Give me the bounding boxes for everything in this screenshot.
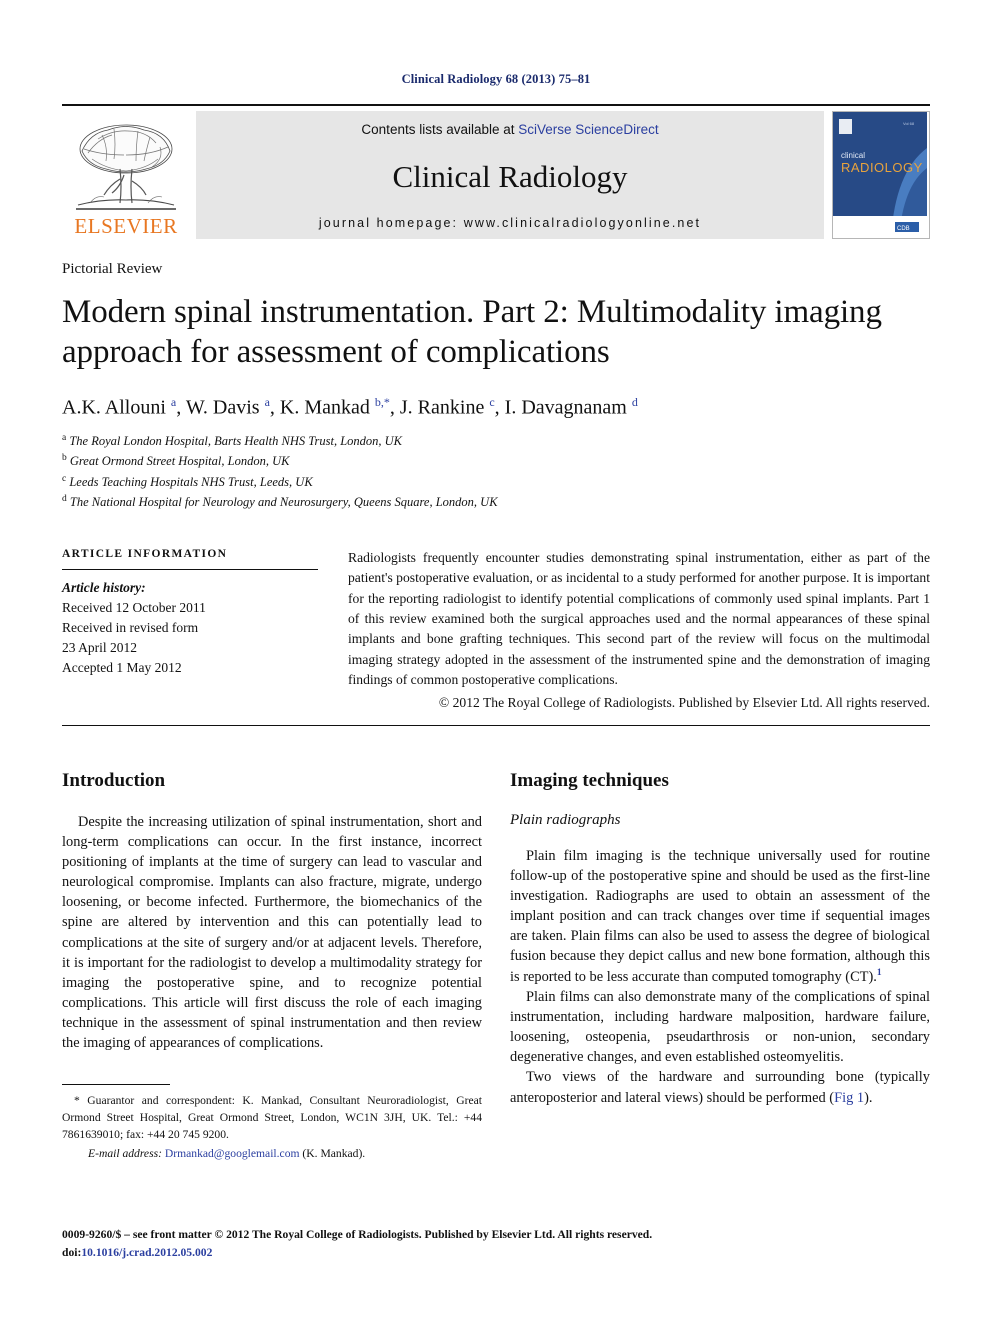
author-list: A.K. Allouni a, W. Davis a, K. Mankad b,… (62, 394, 638, 419)
paragraph-text: Plain film imaging is the technique univ… (510, 847, 930, 985)
article-history-line: Accepted 1 May 2012 (62, 659, 182, 675)
footer-doi: doi:10.1016/j.crad.2012.05.002 (62, 1244, 652, 1261)
doi-link[interactable]: 10.1016/j.crad.2012.05.002 (81, 1246, 212, 1259)
article-information-heading: ARTICLE INFORMATION (62, 547, 228, 560)
svg-text:Vol 68: Vol 68 (903, 121, 915, 126)
email-label: E-mail address: (88, 1146, 162, 1160)
corresponding-author-footnote: * Guarantor and correspondent: K. Mankad… (62, 1092, 482, 1163)
footnote-text: * Guarantor and correspondent: K. Mankad… (62, 1093, 482, 1141)
article-information-block: ARTICLE INFORMATION Article history: Rec… (62, 548, 336, 678)
elsevier-wordmark: ELSEVIER (74, 214, 178, 238)
paragraph-text: ). (864, 1089, 873, 1106)
svg-text:CDB: CDB (897, 226, 910, 232)
abstract-text: Radiologists frequently encounter studie… (348, 549, 930, 688)
page-footer: 0009-9260/$ – see front matter © 2012 Th… (62, 1226, 652, 1261)
paper-page: Clinical Radiology 68 (2013) 75–81 ELSEV… (0, 0, 992, 1323)
affiliation-marker: b (62, 453, 67, 464)
introduction-paragraph: Despite the increasing utilization of sp… (62, 813, 482, 1052)
article-history-label: Article history: (62, 579, 146, 595)
abstract-copyright: © 2012 The Royal College of Radiologists… (438, 694, 930, 710)
page-title: Modern spinal instrumentation. Part 2: M… (62, 294, 882, 371)
affiliation-text: Great Ormond Street Hospital, London, UK (69, 454, 290, 469)
article-history: Article history: Received 12 October 201… (62, 578, 318, 678)
imaging-paragraph-2: Plain films can also demonstrate many of… (510, 988, 930, 1066)
elsevier-tree-icon (76, 124, 176, 210)
figure-link[interactable]: Fig 1 (834, 1090, 864, 1106)
divider (62, 1083, 170, 1085)
affiliation-marker: d (62, 493, 67, 504)
article-history-line: Received 12 October 2011 (62, 599, 206, 615)
sciencedirect-link[interactable]: SciVerse ScienceDirect (518, 122, 658, 137)
article-type: Pictorial Review (62, 261, 163, 277)
svg-text:clinical: clinical (841, 151, 865, 160)
svg-text:RADIOLOGY: RADIOLOGY (841, 160, 923, 175)
contents-prefix: Contents lists available at (361, 122, 519, 137)
affiliation-text: The Royal London Hospital, Barts Health … (69, 434, 403, 449)
column-left: Introduction Despite the increasing util… (62, 770, 482, 1163)
article-history-line: 23 April 2012 (62, 639, 138, 655)
affiliation-list: a The Royal London Hospital, Barts Healt… (62, 431, 930, 512)
section-heading-imaging-techniques: Imaging techniques (510, 769, 669, 791)
affiliation-item: c Leeds Teaching Hospitals NHS Trust, Le… (62, 472, 930, 492)
footer-front-matter: 0009-9260/$ – see front matter © 2012 Th… (62, 1228, 653, 1242)
divider (62, 568, 318, 570)
affiliation-text: Leeds Teaching Hospitals NHS Trust, Leed… (69, 474, 313, 489)
journal-cover-thumbnail[interactable]: Vol 68 clinical RADIOLOGY CDB (832, 111, 930, 239)
imaging-paragraph-3: Two views of the hardware and surroundin… (510, 1067, 930, 1107)
imaging-paragraph-1: Plain film imaging is the technique univ… (510, 846, 930, 987)
cover-artwork: Vol 68 clinical RADIOLOGY CDB (833, 112, 927, 238)
doi-prefix: doi: (62, 1245, 82, 1259)
journal-header-center: Contents lists available at SciVerse Sci… (196, 111, 824, 239)
running-head: Clinical Radiology 68 (2013) 75–81 (401, 72, 591, 86)
section-heading-introduction: Introduction (62, 769, 166, 791)
journal-header-band: ELSEVIER Contents lists available at Sci… (62, 104, 930, 239)
affiliation-item: d The National Hospital for Neurology an… (62, 492, 930, 512)
footnote-email-line: E-mail address: Drmankad@googlemail.com … (62, 1145, 482, 1162)
article-history-line: Received in revised form (62, 619, 199, 635)
subsection-heading-plain-radiographs: Plain radiographs (510, 811, 621, 828)
affiliation-marker: c (62, 473, 67, 484)
journal-title: Clinical Radiology (392, 159, 628, 194)
contents-available-line: Contents lists available at SciVerse Sci… (361, 122, 658, 137)
affiliation-item: b Great Ormond Street Hospital, London, … (62, 451, 930, 471)
footnote-block: * Guarantor and correspondent: K. Mankad… (62, 1083, 482, 1163)
abstract-block: Radiologists frequently encounter studie… (336, 548, 930, 711)
affiliation-marker: a (62, 433, 67, 444)
affiliation-text: The National Hospital for Neurology and … (69, 494, 498, 509)
affiliation-item: a The Royal London Hospital, Barts Healt… (62, 431, 930, 451)
divider (62, 724, 930, 726)
email-link[interactable]: Drmankad@googlemail.com (165, 1147, 300, 1160)
email-suffix: (K. Mankad). (302, 1146, 366, 1160)
journal-homepage-link[interactable]: journal homepage: www.clinicalradiologyo… (319, 216, 701, 230)
body-columns: Introduction Despite the increasing util… (62, 770, 930, 1163)
citation-reference[interactable]: 1 (877, 968, 882, 978)
elsevier-logo: ELSEVIER (62, 111, 190, 239)
article-info-abstract-row: ARTICLE INFORMATION Article history: Rec… (62, 548, 930, 711)
column-right: Imaging techniques Plain radiographs Pla… (510, 770, 930, 1163)
